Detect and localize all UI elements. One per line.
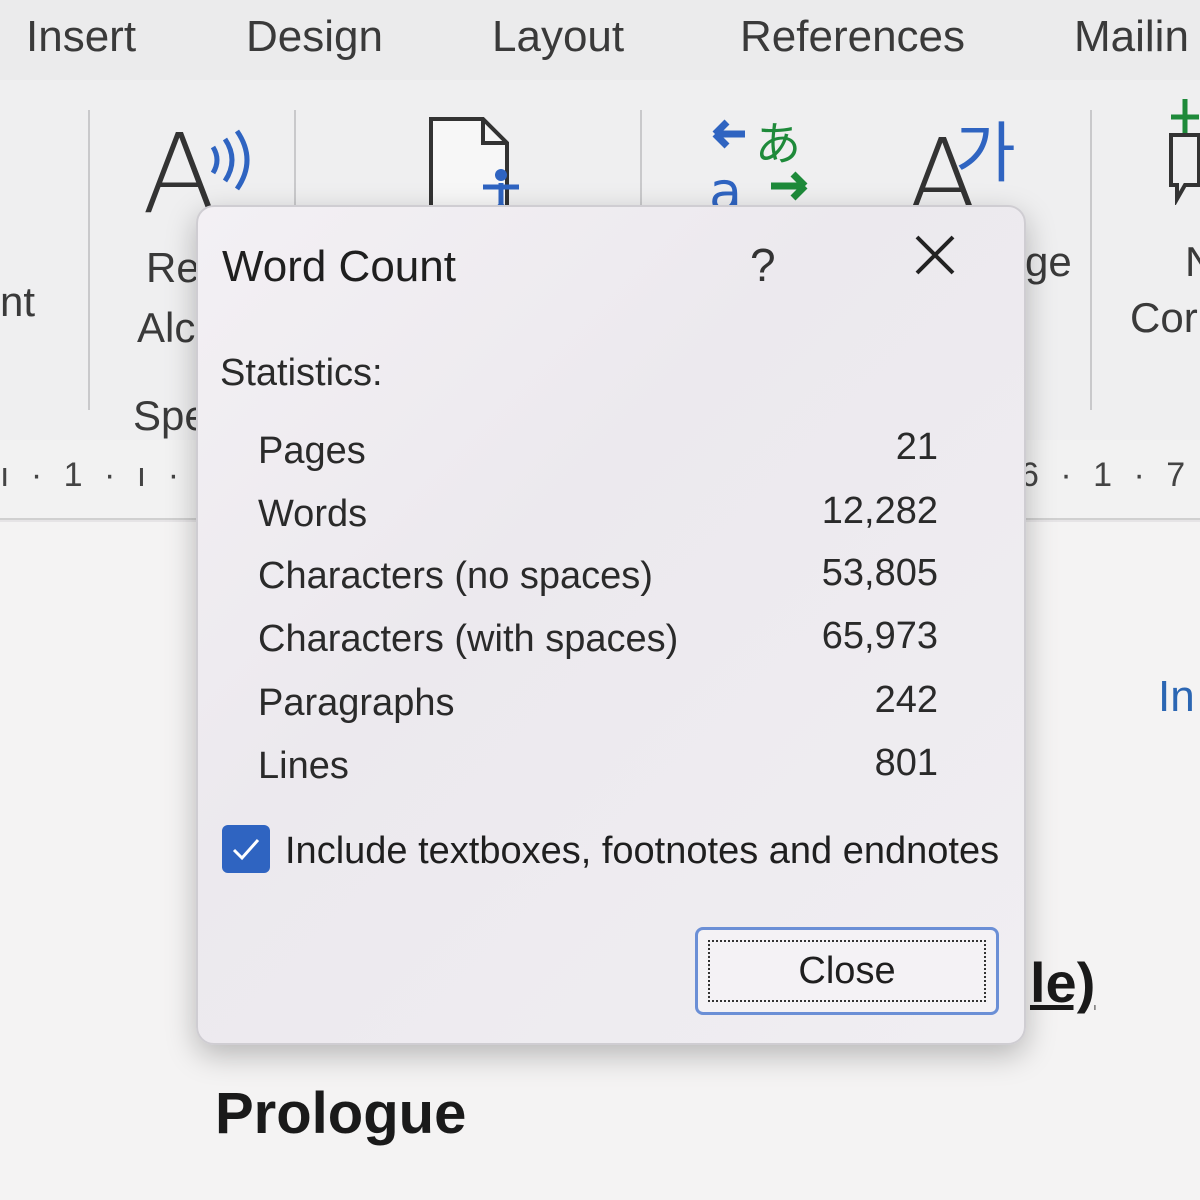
read-aloud-label-line2: Alc — [137, 304, 196, 351]
language-label-fragment: ge — [1025, 238, 1072, 285]
stat-label-characters-no-spaces: Characters (no spaces) — [258, 555, 653, 597]
korean-glyph: 가 — [955, 115, 1016, 188]
ribbon-separator — [1090, 110, 1092, 410]
stat-label-characters-with-spaces: Characters (with spaces) — [258, 618, 679, 660]
accessibility-checker-icon[interactable] — [425, 115, 535, 215]
document-link-fragment[interactable]: In — [1158, 672, 1195, 722]
stat-label-paragraphs: Paragraphs — [258, 682, 455, 724]
close-button[interactable]: Close — [695, 927, 999, 1015]
stat-value-paragraphs: 242 — [874, 679, 938, 721]
close-icon[interactable] — [910, 230, 960, 280]
stat-value-words: 12,282 — [821, 490, 938, 532]
help-button[interactable]: ? — [750, 238, 776, 292]
statistics-label: Statistics: — [220, 352, 383, 394]
new-comment-label-line1: N — [1185, 238, 1200, 286]
translate-icon[interactable]: あ a — [705, 110, 815, 210]
stat-value-characters-no-spaces: 53,805 — [821, 552, 938, 594]
japanese-glyph: あ — [755, 117, 801, 171]
ruler-right-marks: 6 · 1 · 7 — [1020, 456, 1192, 494]
include-textboxes-checkbox[interactable] — [222, 825, 270, 873]
stat-label-pages: Pages — [258, 430, 366, 472]
tab-references[interactable]: References — [740, 12, 965, 62]
tab-mailings[interactable]: Mailin — [1074, 12, 1189, 62]
ribbon-fragment-label: nt — [0, 278, 36, 325]
ribbon-tab-bar: Insert Design Layout References Mailin — [0, 0, 1200, 80]
document-heading-fragment: le) — [1030, 951, 1096, 1014]
checkmark-icon — [232, 839, 260, 861]
stat-value-lines: 801 — [874, 742, 938, 784]
include-textboxes-label[interactable]: Include textboxes, footnotes and endnote… — [285, 830, 999, 873]
tab-insert[interactable]: Insert — [26, 12, 136, 62]
close-button-label: Close — [798, 949, 896, 992]
sound-waves-icon — [210, 129, 250, 191]
korean-glyph-icon: 가 — [955, 115, 1016, 188]
new-comment-label-line2: Cor — [1130, 294, 1198, 341]
ribbon-separator — [88, 110, 90, 410]
latin-a-glyph: a — [709, 160, 742, 210]
tab-layout[interactable]: Layout — [492, 12, 624, 62]
tab-design[interactable]: Design — [246, 12, 383, 62]
read-aloud-label-line1: Re — [146, 244, 200, 291]
document-heading-prologue: Prologue — [215, 1081, 467, 1146]
stat-value-characters-with-spaces: 65,973 — [821, 615, 938, 657]
stat-value-pages: 21 — [895, 426, 938, 468]
dialog-title: Word Count — [222, 242, 456, 291]
stat-label-words: Words — [258, 493, 368, 535]
stat-label-lines: Lines — [258, 745, 349, 787]
comment-icon — [1169, 99, 1200, 205]
